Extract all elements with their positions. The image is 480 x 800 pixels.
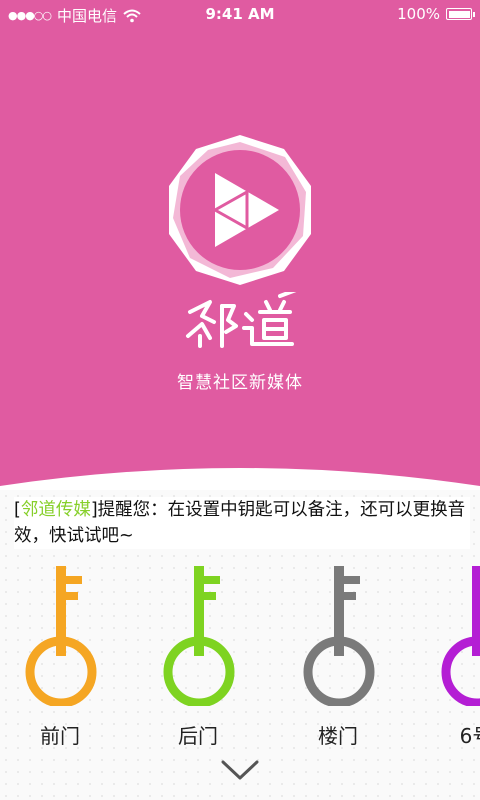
key-icon [303,566,375,706]
key-label: 后门 [178,724,218,748]
keys-row: 前门 后门 楼门 6 [0,560,480,760]
battery-percent: 100% [397,5,440,23]
key-label: 6号 [459,724,480,748]
key-icon [163,566,235,706]
key-icon [25,566,97,706]
key-building-door[interactable]: 楼门 [288,560,408,760]
key-number-6[interactable]: 6号 [426,560,480,760]
status-bar: ●●●○○ 中国电信 9:41 AM 100% [0,0,480,28]
hero-banner: ●●●○○ 中国电信 9:41 AM 100% 智慧社区新媒体 [0,0,480,500]
chevron-down-icon[interactable] [220,756,260,784]
key-label: 楼门 [318,724,358,748]
battery-icon [446,8,475,20]
key-back-door[interactable]: 后门 [148,560,268,760]
tagline: 智慧社区新媒体 [177,373,303,393]
key-icon [441,566,480,706]
brand-logo [186,292,297,348]
key-front-door[interactable]: 前门 [10,560,130,760]
tip-notice: [邻道传媒]提醒您：在设置中钥匙可以备注，还可以更换音效，快试试吧~ [14,497,470,549]
key-label: 前门 [40,724,80,748]
play-emblem-icon [169,135,311,285]
brand-highlight: 邻道传媒 [20,500,91,520]
